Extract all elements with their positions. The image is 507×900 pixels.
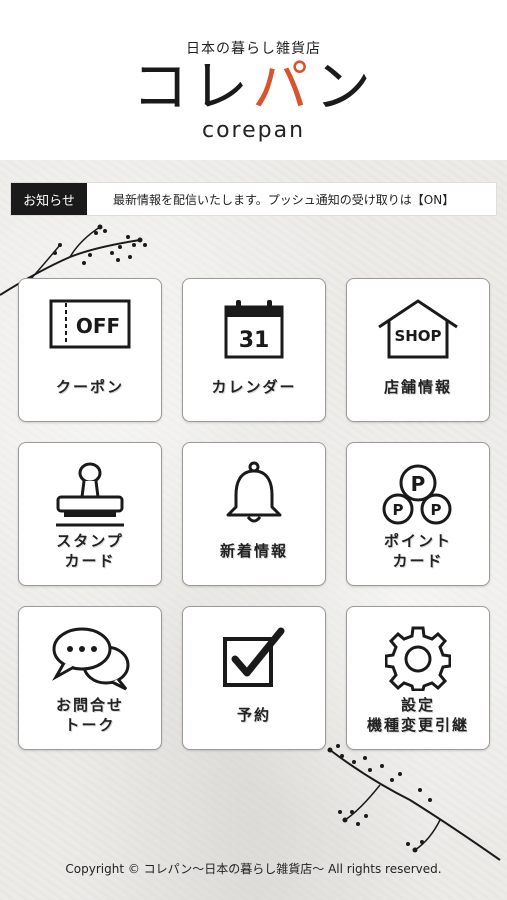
- svg-text:P: P: [411, 472, 426, 496]
- coupon-button[interactable]: OFF クーポン: [18, 278, 162, 422]
- news-button[interactable]: 新着情報: [182, 442, 326, 586]
- point-coins-icon: P P P: [382, 464, 452, 525]
- gear-icon: [385, 626, 451, 691]
- coupon-label: クーポン: [55, 378, 124, 396]
- logo-japanese: コレパン: [132, 55, 375, 120]
- branch-decoration-bottom-right: [327, 744, 501, 861]
- point-card-label: ポイント カード: [383, 532, 452, 570]
- app-header: 日本の暮らし雑貨店 コレパン corepan: [0, 0, 507, 160]
- svg-text:P: P: [431, 501, 442, 519]
- news-text: 最新情報を配信いたします。プッシュ通知の受け取りは【ON】: [113, 192, 455, 207]
- footer-copyright: Copyright © コレパン〜日本の暮らし雑貨店〜 All rights r…: [65, 862, 442, 876]
- svg-text:SHOP: SHOP: [394, 327, 441, 345]
- shop-info-label: 店舗情報: [383, 378, 452, 396]
- svg-text:P: P: [393, 501, 404, 519]
- contact-talk-button[interactable]: お問合せ トーク: [18, 606, 162, 750]
- reservation-label: 予約: [236, 706, 271, 724]
- contact-talk-label: お問合せ トーク: [55, 696, 124, 734]
- svg-text:OFF: OFF: [76, 314, 120, 338]
- settings-label: 設定 機種変更引継: [366, 696, 469, 734]
- calendar-button[interactable]: 31 カレンダー: [182, 278, 326, 422]
- news-label: お知らせ: [11, 183, 87, 215]
- calendar-label: カレンダー: [211, 378, 297, 396]
- checkbox-icon: [223, 627, 285, 687]
- settings-button[interactable]: 設定 機種変更引継: [346, 606, 490, 750]
- news-ticker[interactable]: お知らせ 最新情報を配信いたします。プッシュ通知の受け取りは【ON】: [10, 182, 497, 216]
- shop-icon: SHOP: [378, 299, 458, 359]
- reservation-button[interactable]: 予約: [182, 606, 326, 750]
- stamp-icon: [56, 462, 124, 527]
- stamp-card-label: スタンプ カード: [56, 532, 124, 570]
- calendar-icon: 31: [224, 300, 284, 359]
- bell-icon: [226, 461, 282, 523]
- point-card-button[interactable]: P P P ポイント カード: [346, 442, 490, 586]
- coupon-off-icon: OFF: [49, 299, 131, 349]
- svg-text:31: 31: [239, 328, 270, 353]
- shop-info-button[interactable]: SHOP 店舗情報: [346, 278, 490, 422]
- logo-english: corepan: [201, 118, 306, 143]
- news-label-tile: 新着情報: [219, 542, 288, 560]
- stamp-card-button[interactable]: スタンプ カード: [18, 442, 162, 586]
- chat-bubbles-icon: [52, 627, 130, 691]
